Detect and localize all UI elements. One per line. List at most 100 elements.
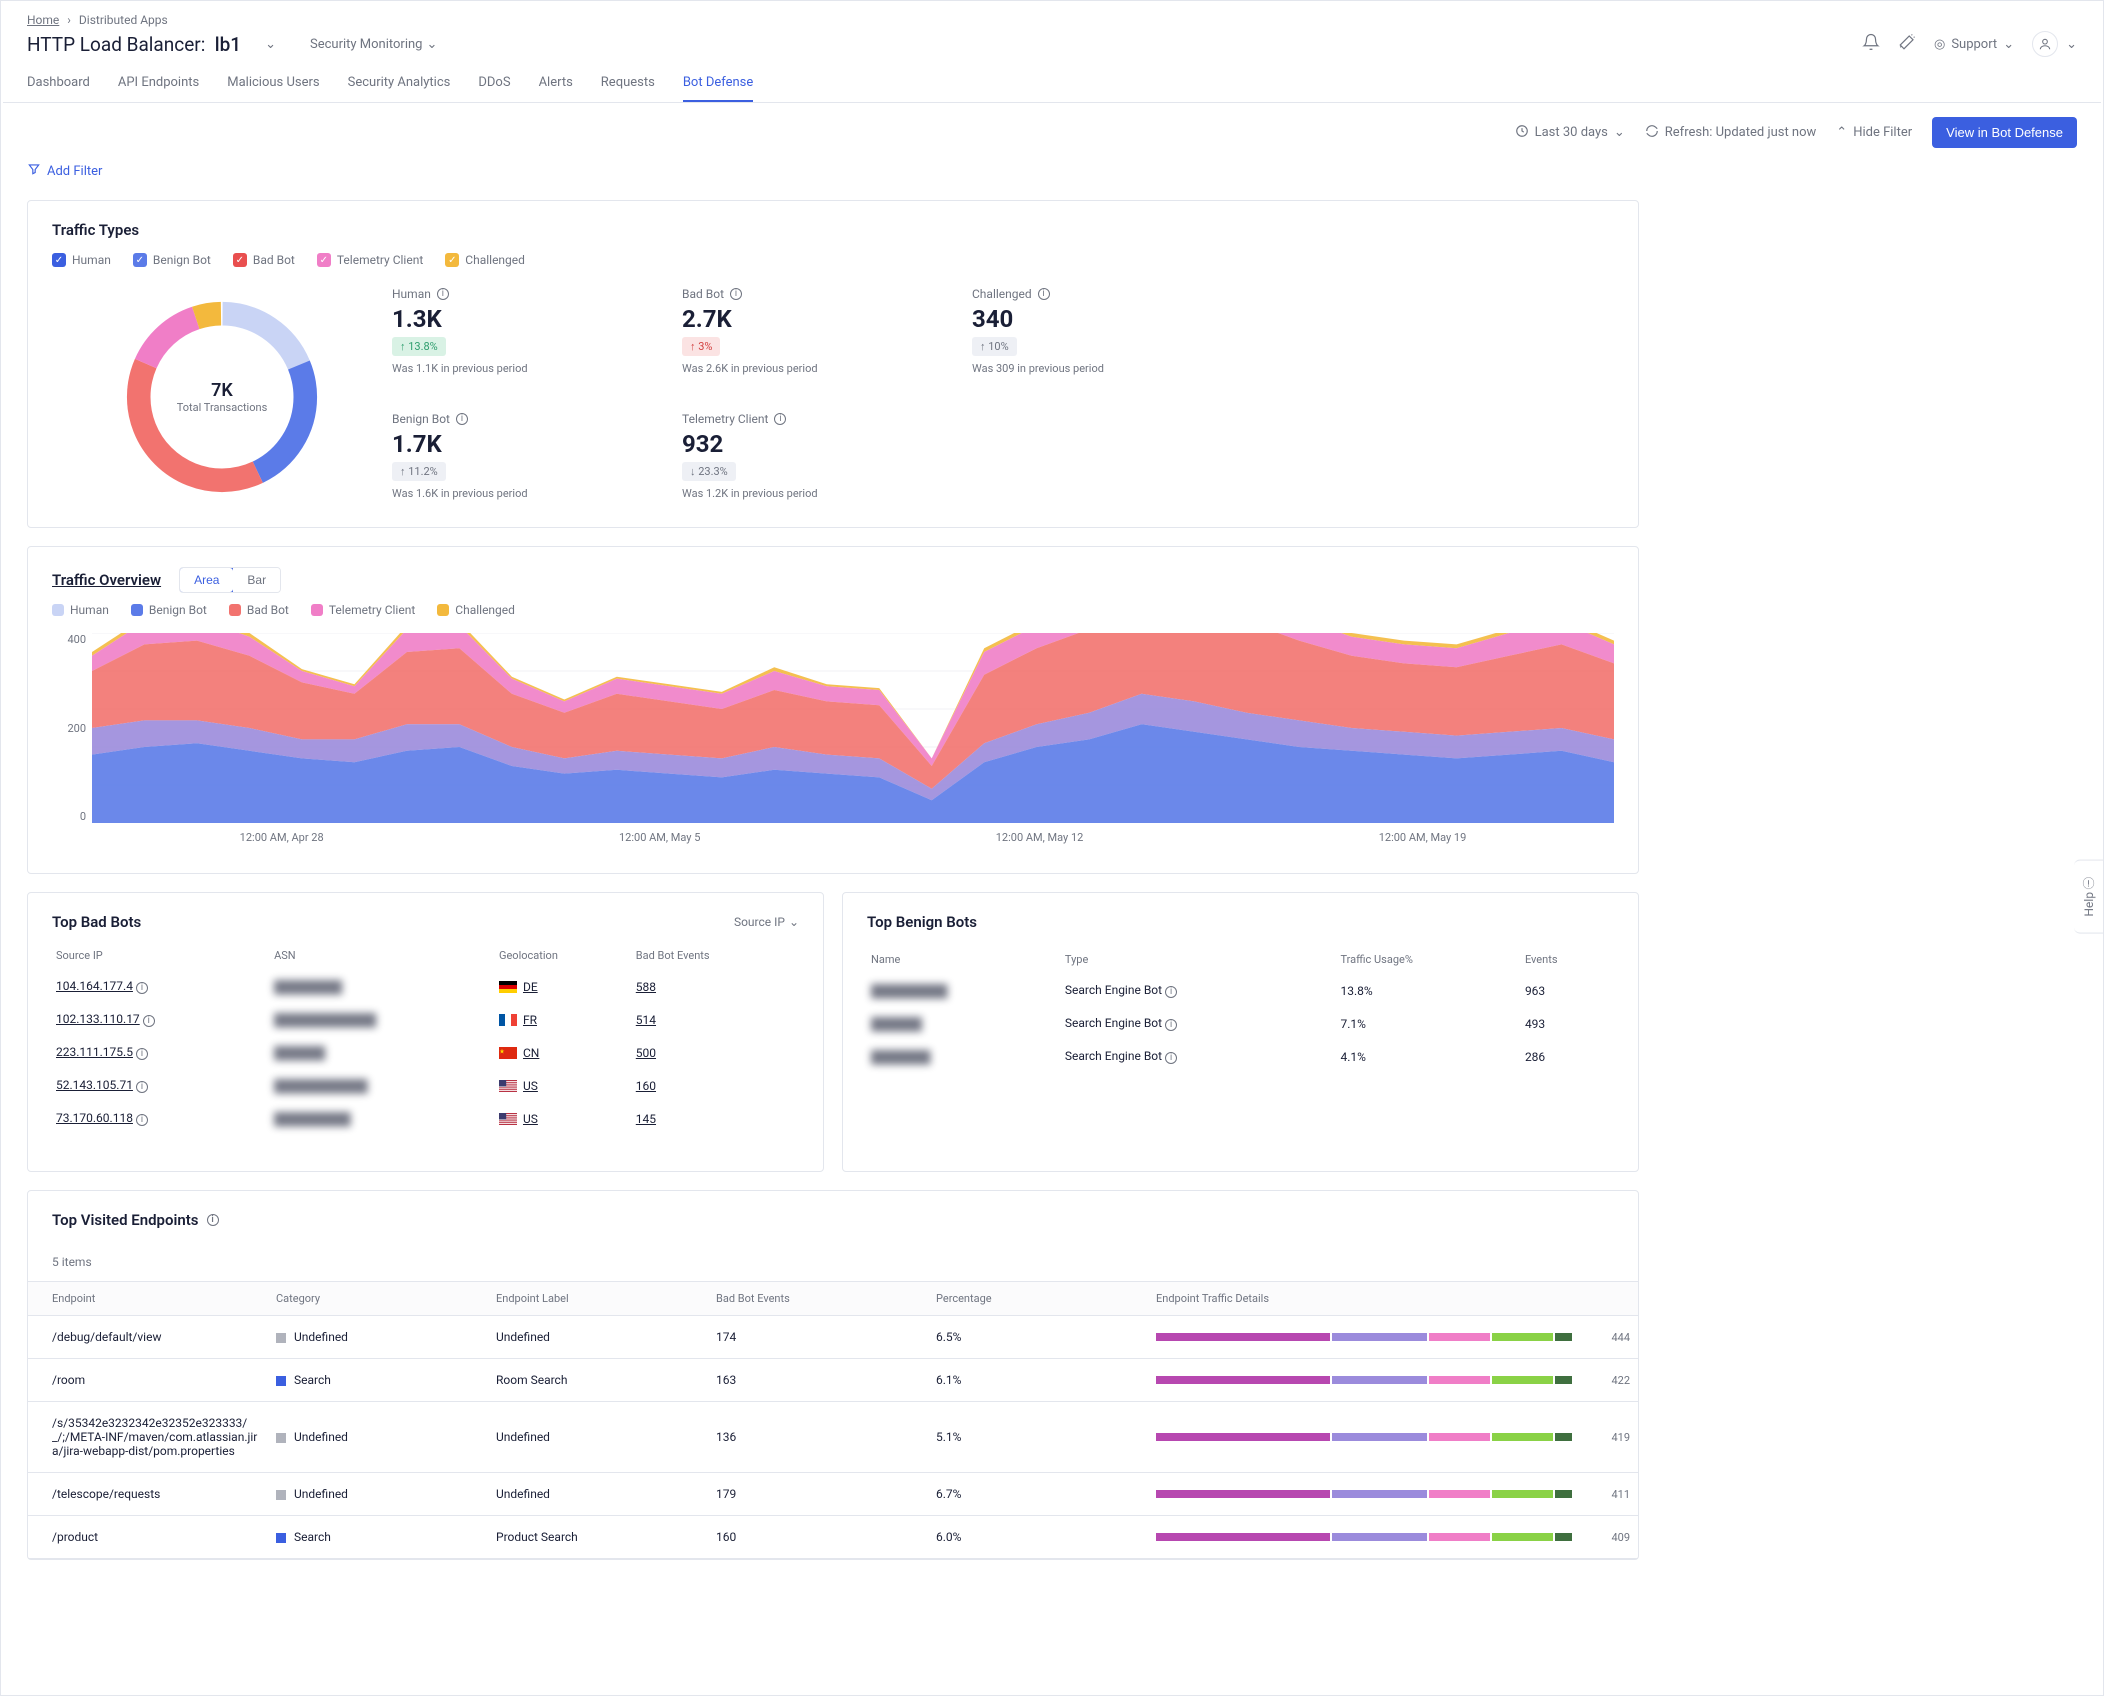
overview-legend-human[interactable]: Human [52, 603, 109, 617]
hide-filter-button[interactable]: ⌃ Hide Filter [1836, 125, 1912, 140]
geo-link[interactable]: FR [523, 1013, 537, 1027]
nav-security-analytics[interactable]: Security Analytics [348, 75, 451, 102]
chart-type-area[interactable]: Area [179, 567, 234, 593]
endpoint-row: /telescope/requestsUndefinedUndefined179… [28, 1473, 1638, 1516]
view-in-bot-defense-button[interactable]: View in Bot Defense [1932, 117, 2077, 148]
title-dropdown-icon[interactable]: ⌄ [265, 37, 276, 52]
info-icon[interactable]: i [437, 288, 449, 300]
add-filter-button[interactable]: Add Filter [27, 162, 1639, 180]
bad-bot-row: 52.143.105.71 i ███████████ US 160 [52, 1069, 799, 1102]
info-icon[interactable]: i [774, 413, 786, 425]
overview-legend-benign-bot[interactable]: Benign Bot [131, 603, 207, 617]
bad-bots-filter-dropdown[interactable]: Source IP ⌄ [734, 915, 799, 929]
bad-bot-events-link[interactable]: 500 [636, 1046, 656, 1060]
chart-type-bar[interactable]: Bar [233, 568, 280, 592]
clock-icon [1515, 124, 1529, 142]
donut-total-value: 7K [211, 380, 233, 401]
asn-blurred: ███████████ [274, 1079, 368, 1093]
geo-link[interactable]: CN [523, 1046, 539, 1060]
nav-requests[interactable]: Requests [601, 75, 655, 102]
date-range-dropdown[interactable]: Last 30 days ⌄ [1515, 124, 1625, 142]
help-tab[interactable]: Help ⓘ [2074, 860, 2104, 934]
info-icon[interactable]: i [1165, 1052, 1177, 1064]
stat-bad-bot: Bad Bot i2.7K↑ 3%Was 2.6K in previous pe… [682, 287, 942, 382]
nav-alerts[interactable]: Alerts [539, 75, 573, 102]
support-dropdown[interactable]: ◎ Support ⌄ [1934, 37, 2014, 52]
traffic-bar [1156, 1433, 1590, 1441]
traffic-types-panel: Traffic Types ✓Human ✓Benign Bot ✓Bad Bot ✓… [27, 200, 1639, 528]
geo-link[interactable]: US [523, 1079, 538, 1093]
stat-human: Human i1.3K↑ 13.8%Was 1.1K in previous p… [392, 287, 652, 382]
chevron-down-icon: ⌄ [2003, 37, 2014, 52]
geo-link[interactable]: DE [523, 980, 538, 994]
traffic-type-checkbox-benign-bot[interactable]: ✓Benign Bot [133, 253, 211, 267]
bad-bot-events-link[interactable]: 160 [636, 1079, 656, 1093]
endpoint-row: /debug/default/viewUndefinedUndefined174… [28, 1316, 1638, 1359]
info-icon[interactable]: i [143, 1015, 155, 1027]
info-icon[interactable]: i [1165, 986, 1177, 998]
top-benign-bots-title: Top Benign Bots [867, 913, 1614, 931]
traffic-type-checkbox-bad-bot[interactable]: ✓Bad Bot [233, 253, 295, 267]
monitoring-dropdown[interactable]: Security Monitoring ⌄ [310, 37, 437, 52]
asn-blurred: █████████ [274, 1112, 351, 1126]
traffic-type-checkbox-telemetry-client[interactable]: ✓Telemetry Client [317, 253, 423, 267]
chevron-down-icon: ⌄ [2066, 37, 2077, 52]
traffic-bar [1156, 1533, 1590, 1541]
breadcrumb-home[interactable]: Home [27, 13, 59, 27]
endpoint-path[interactable]: /product [28, 1516, 268, 1559]
breadcrumb-section: Distributed Apps [79, 13, 168, 27]
nav-api-endpoints[interactable]: API Endpoints [118, 75, 199, 102]
bad-bot-ip-link[interactable]: 223.111.175.5 [56, 1045, 133, 1059]
traffic-type-checkbox-human[interactable]: ✓Human [52, 253, 111, 267]
info-icon[interactable]: i [730, 288, 742, 300]
nav-dashboard[interactable]: Dashboard [27, 75, 90, 102]
geo-link[interactable]: US [523, 1112, 538, 1126]
info-icon[interactable]: i [1038, 288, 1050, 300]
endpoint-path[interactable]: /room [28, 1359, 268, 1402]
nav-malicious-users[interactable]: Malicious Users [227, 75, 319, 102]
info-icon[interactable]: i [136, 1114, 148, 1126]
stat-challenged: Challenged i340↑ 10%Was 309 in previous … [972, 287, 1232, 382]
bad-bot-ip-link[interactable]: 104.164.177.4 [56, 979, 133, 993]
endpoint-path[interactable]: /debug/default/view [28, 1316, 268, 1359]
traffic-types-title: Traffic Types [52, 221, 1614, 239]
benign-bot-row: ██████Search Engine Bot i7.1%493 [867, 1007, 1614, 1040]
nav-bot-defense[interactable]: Bot Defense [683, 75, 753, 102]
info-icon[interactable]: i [456, 413, 468, 425]
support-icon: ◎ [1934, 37, 1945, 52]
refresh-button[interactable]: Refresh: Updated just now [1645, 124, 1817, 142]
bad-bot-events-link[interactable]: 514 [636, 1013, 656, 1027]
traffic-overview-title[interactable]: Traffic Overview [52, 571, 161, 589]
endpoint-row: /roomSearchRoom Search1636.1%422 [28, 1359, 1638, 1402]
wand-icon[interactable] [1898, 33, 1916, 55]
chevron-down-icon: ⌄ [1614, 125, 1625, 140]
toolbar: Last 30 days ⌄ Refresh: Updated just now… [3, 103, 2101, 162]
bad-bot-events-link[interactable]: 145 [636, 1112, 656, 1126]
benign-bot-row: ███████Search Engine Bot i4.1%286 [867, 1040, 1614, 1073]
info-icon[interactable]: i [136, 1081, 148, 1093]
info-icon[interactable]: i [136, 1048, 148, 1060]
benign-bot-row: █████████Search Engine Bot i13.8%963 [867, 974, 1614, 1007]
benign-bot-name-blurred: █████████ [871, 984, 948, 998]
overview-legend-challenged[interactable]: Challenged [437, 603, 515, 617]
overview-legend-telemetry-client[interactable]: Telemetry Client [311, 603, 415, 617]
endpoints-count: 5 items [28, 1243, 1638, 1281]
endpoint-path[interactable]: /telescope/requests [28, 1473, 268, 1516]
info-icon[interactable]: i [207, 1214, 219, 1226]
bad-bot-ip-link[interactable]: 52.143.105.71 [56, 1078, 133, 1092]
bad-bot-ip-link[interactable]: 73.170.60.118 [56, 1111, 133, 1125]
traffic-bar [1156, 1490, 1590, 1498]
bad-bot-row: 102.133.110.17 i████████████FR514 [52, 1003, 799, 1036]
avatar-menu[interactable] [2032, 31, 2058, 57]
asn-blurred: ████████ [274, 980, 342, 994]
traffic-type-checkbox-challenged[interactable]: ✓Challenged [445, 253, 525, 267]
info-icon[interactable]: i [1165, 1019, 1177, 1031]
overview-legend-bad-bot[interactable]: Bad Bot [229, 603, 289, 617]
bad-bot-ip-link[interactable]: 102.133.110.17 [56, 1012, 140, 1026]
endpoint-path[interactable]: /s/35342e3232342e32352e323333/_/;/META-I… [28, 1402, 268, 1473]
nav-ddos[interactable]: DDoS [478, 75, 510, 102]
bad-bot-events-link[interactable]: 588 [636, 980, 656, 994]
bell-icon[interactable] [1862, 33, 1880, 55]
info-icon[interactable]: i [136, 982, 148, 994]
chevron-up-icon: ⌃ [1836, 125, 1847, 140]
